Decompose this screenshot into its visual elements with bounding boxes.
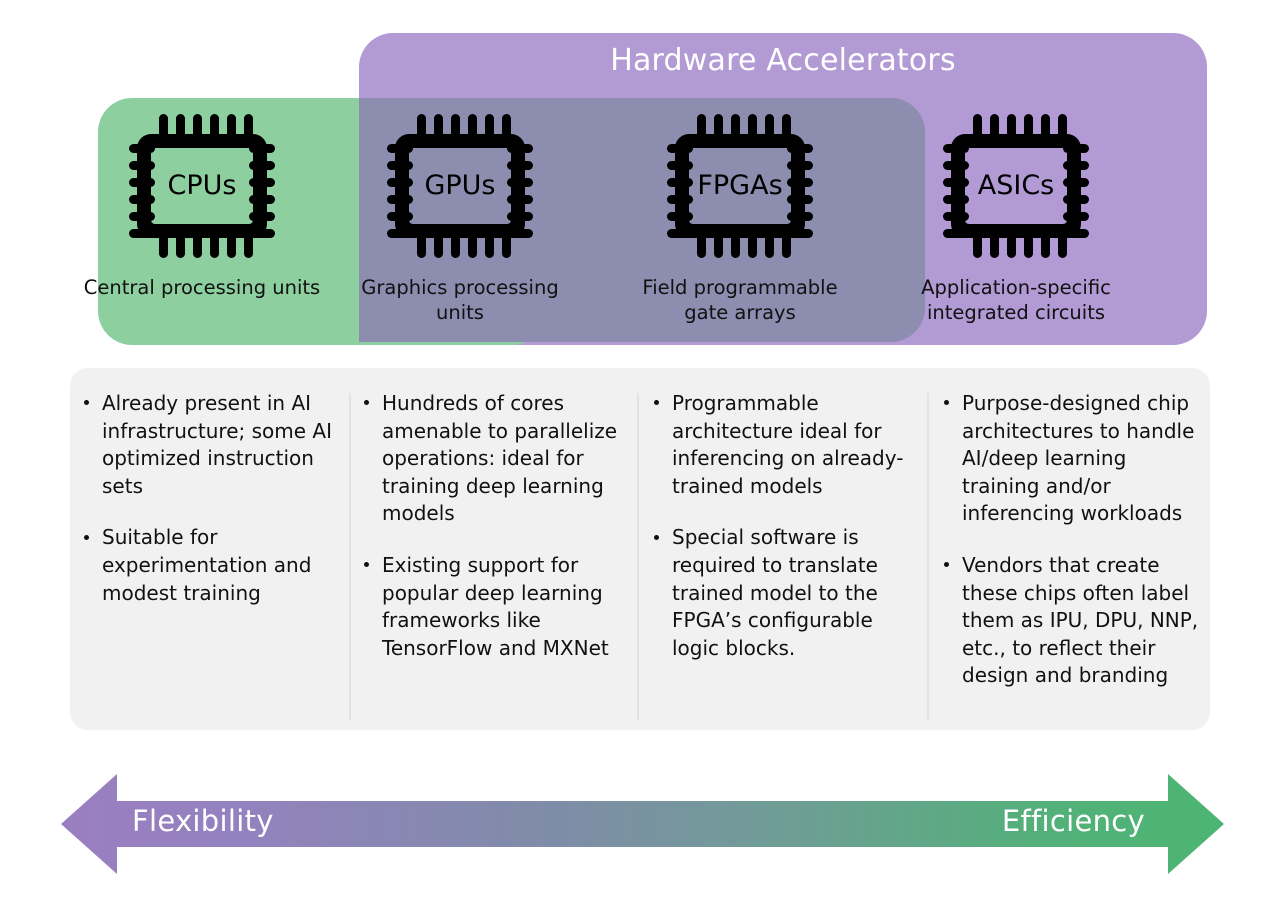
bullet-dot-icon	[654, 534, 659, 540]
bullet-dot-icon	[364, 562, 369, 568]
bullet-text: Already present in AI infrastructure; so…	[102, 391, 332, 498]
chip-icon: FPGAs	[665, 110, 815, 262]
bullet-text: Special software is required to translat…	[672, 525, 878, 660]
bullet-text: Hundreds of cores amenable to paralleliz…	[382, 391, 618, 526]
details-panel: Already present in AI infrastructure; so…	[70, 368, 1210, 730]
chip-label: GPUs	[424, 170, 496, 201]
category-caption: Graphics processing units	[361, 276, 559, 324]
category-card-asics[interactable]: ASICs Application-specific integrated ci…	[896, 110, 1136, 326]
bullet-dot-icon	[84, 400, 89, 406]
bullet-dot-icon	[364, 400, 369, 406]
category-card-cpus[interactable]: CPUs Central processing units	[82, 110, 322, 301]
category-card-fpgas[interactable]: FPGAs Field programmable gate arrays	[620, 110, 860, 326]
bullet-dot-icon	[654, 400, 659, 406]
bullet-dot-icon	[944, 400, 949, 406]
bullet-item: Purpose-designed chip architectures to h…	[942, 390, 1206, 528]
bullet-item: Vendors that create these chips often la…	[942, 552, 1206, 690]
bullet-item: Suitable for experimentation and modest …	[82, 524, 346, 607]
category-caption: Field programmable gate arrays	[642, 276, 838, 324]
chip-icon: ASICs	[941, 110, 1091, 262]
chip-label: CPUs	[167, 170, 237, 201]
bullet-item: Hundreds of cores amenable to paralleliz…	[362, 390, 626, 528]
details-column-cpus: Already present in AI infrastructure; so…	[78, 390, 350, 607]
category-card-gpus[interactable]: GPUs Graphics processing units	[340, 110, 580, 326]
hardware-accelerators-title: Hardware Accelerators	[610, 43, 956, 78]
category-caption: Application-specific integrated circuits	[921, 276, 1111, 324]
spectrum-left-label: Flexibility	[132, 804, 274, 838]
bullet-dot-icon	[944, 562, 949, 568]
bullet-text: Vendors that create these chips often la…	[962, 552, 1199, 688]
bullet-text: Existing support for popular deep learni…	[382, 552, 609, 660]
flexibility-efficiency-spectrum: Flexibility Efficiency	[55, 768, 1230, 880]
chip-icon: GPUs	[385, 110, 535, 262]
bullet-item: Existing support for popular deep learni…	[362, 552, 626, 662]
details-column-fpgas: Programmable architecture ideal for infe…	[648, 390, 920, 662]
chip-icon: CPUs	[127, 110, 277, 262]
chip-label: FPGAs	[697, 170, 783, 201]
bullet-item: Programmable architecture ideal for infe…	[652, 390, 916, 500]
bullet-item: Special software is required to translat…	[652, 524, 916, 662]
details-column-asics: Purpose-designed chip architectures to h…	[938, 390, 1210, 690]
details-column-gpus: Hundreds of cores amenable to paralleliz…	[358, 390, 630, 662]
bullet-text: Programmable architecture ideal for infe…	[672, 391, 904, 498]
chip-label: ASICs	[977, 170, 1055, 201]
column-divider	[637, 393, 639, 720]
bullet-text: Suitable for experimentation and modest …	[102, 525, 312, 605]
bullet-text: Purpose-designed chip architectures to h…	[962, 391, 1195, 526]
category-caption: Central processing units	[83, 276, 321, 299]
spectrum-right-label: Efficiency	[1001, 804, 1145, 838]
bullet-dot-icon	[84, 534, 89, 540]
bullet-item: Already present in AI infrastructure; so…	[82, 390, 346, 500]
column-divider	[927, 393, 929, 720]
